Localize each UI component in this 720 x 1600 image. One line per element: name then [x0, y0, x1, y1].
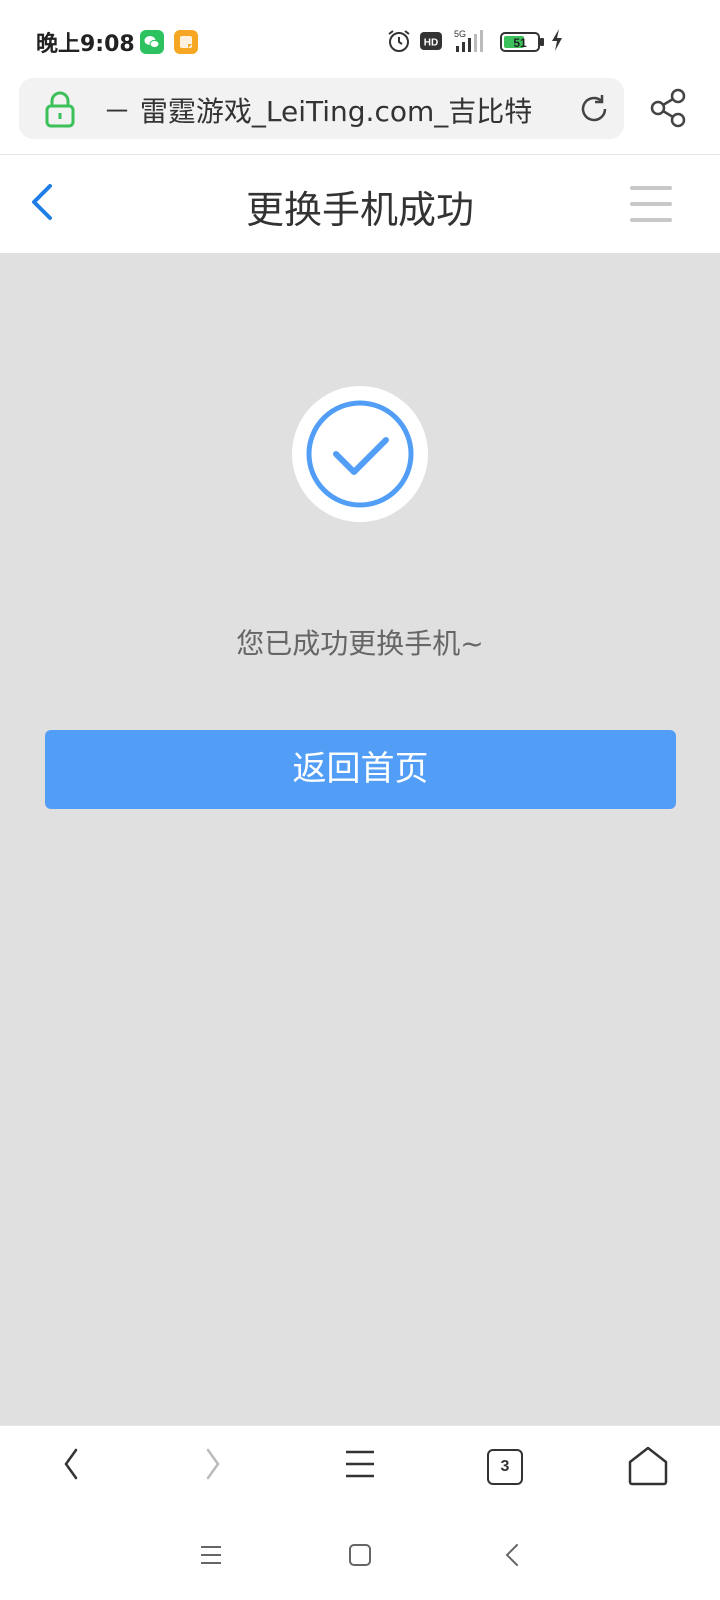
charging-icon — [550, 28, 564, 58]
tabs-icon[interactable]: 3 — [487, 1449, 523, 1485]
recents-icon[interactable] — [198, 1542, 224, 1572]
status-bar: 晚上9:08 HD 5G 51 — [0, 0, 720, 78]
system-back-icon[interactable] — [500, 1542, 526, 1572]
browser-forward-icon[interactable] — [198, 1444, 228, 1488]
system-home-icon[interactable] — [347, 1542, 373, 1572]
home-icon[interactable] — [626, 1444, 670, 1492]
reload-icon[interactable] — [577, 92, 611, 130]
browser-menu-icon[interactable] — [343, 1444, 377, 1488]
svg-text:HD: HD — [424, 38, 438, 49]
system-navigation-bar — [0, 1514, 720, 1600]
share-icon[interactable] — [650, 88, 686, 132]
status-time: 晚上9:08 — [36, 32, 135, 57]
page-header: 更换手机成功 — [0, 155, 720, 253]
svg-text:5G: 5G — [454, 29, 466, 39]
browser-back-icon[interactable] — [56, 1444, 86, 1488]
svg-text:51: 51 — [513, 36, 527, 50]
wechat-icon — [140, 30, 164, 54]
lock-icon — [43, 90, 77, 132]
alarm-icon — [386, 28, 412, 58]
return-home-button[interactable]: 返回首页 — [45, 730, 676, 809]
page-title: 更换手机成功 — [245, 188, 474, 232]
browser-toolbar: 3 — [0, 1425, 720, 1514]
signal-icon: 5G — [452, 28, 492, 58]
url-text: － 雷霆游戏_LeiTing.com_吉比特 — [103, 95, 533, 128]
battery-icon: 51 — [500, 32, 546, 62]
note-app-icon — [174, 30, 198, 54]
hd-badge: HD — [420, 32, 442, 62]
success-message: 您已成功更换手机~ — [236, 627, 484, 660]
check-circle-icon — [292, 386, 428, 522]
url-field[interactable]: － 雷霆游戏_LeiTing.com_吉比特 — [19, 78, 624, 139]
menu-icon[interactable] — [630, 186, 672, 222]
browser-address-bar: － 雷霆游戏_LeiTing.com_吉比特 — [0, 78, 720, 155]
